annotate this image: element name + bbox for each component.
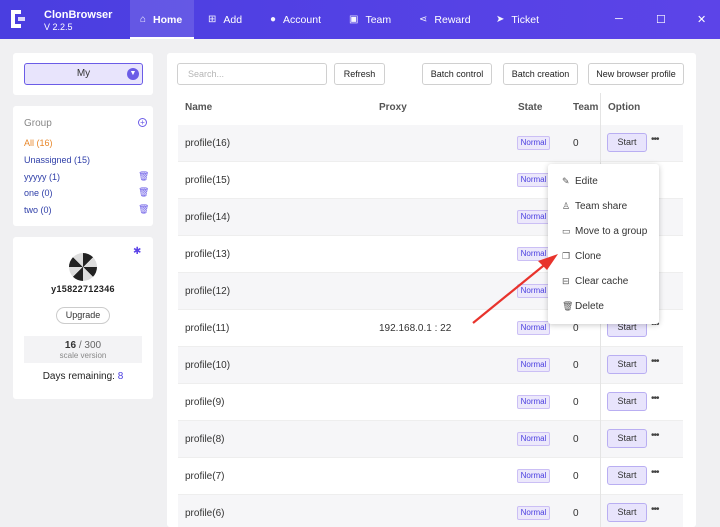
- annotation-arrow: [472, 254, 558, 324]
